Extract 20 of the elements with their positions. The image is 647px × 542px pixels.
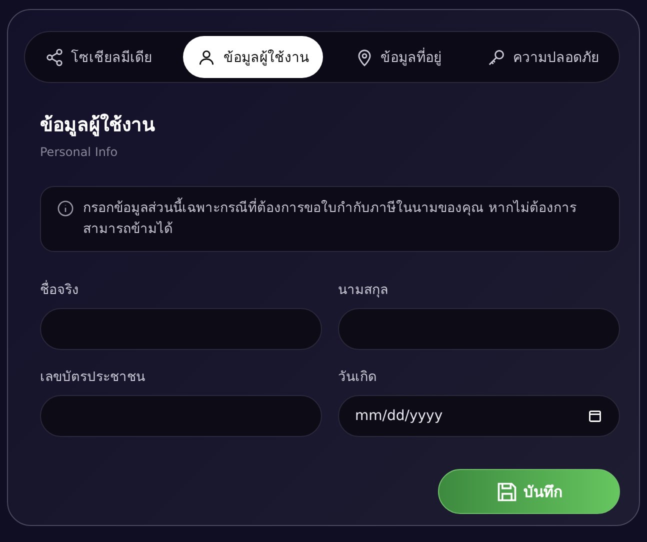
calendar-icon[interactable] [588, 409, 602, 423]
notice-text: กรอกข้อมูลส่วนนี้เฉพาะกรณีที่ต้องการขอใบกำกับภาษีในนามของคุณ หากไม่ต้องการสามารถข้ามได้ [83, 198, 603, 240]
section-title: ข้อมูลผู้ใช้งาน [40, 112, 156, 138]
tab[interactable]: ข้อมูลที่อยู่ [340, 36, 456, 78]
share-icon [45, 48, 64, 66]
field-label: นามสกุล [338, 281, 388, 300]
section-subtitle: Personal Info [40, 145, 118, 159]
user-icon [197, 48, 216, 66]
tab[interactable]: โซเชียลมีเดีย [31, 36, 166, 78]
field-label: วันเกิด [338, 368, 377, 387]
field-label: เลขบัตรประชาชน [40, 368, 145, 387]
tab[interactable]: ความปลอดภัย [472, 36, 613, 78]
tab[interactable]: ข้อมูลผู้ใช้งาน [183, 36, 324, 78]
field-label: ชื่อจริง [40, 279, 79, 300]
input-field[interactable] [338, 308, 620, 350]
info-icon [57, 200, 74, 217]
key-icon [486, 48, 506, 66]
input-field[interactable] [40, 395, 322, 437]
date-field[interactable]: mm/dd/yyyy [338, 395, 620, 437]
input-field[interactable] [40, 308, 322, 350]
